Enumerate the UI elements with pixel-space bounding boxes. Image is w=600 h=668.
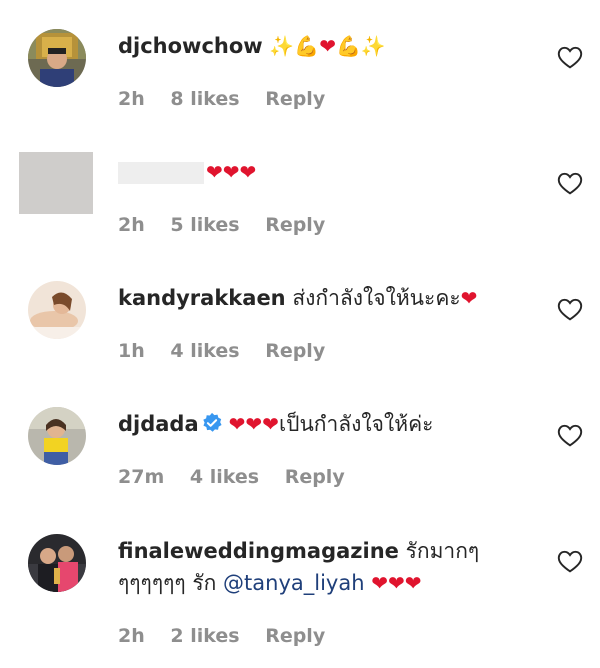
- red-heart-icon: ❤: [245, 412, 263, 436]
- mention-link[interactable]: @tanya_liyah: [223, 571, 364, 595]
- heart-icon[interactable]: [557, 297, 583, 321]
- flexed-biceps-icon: 💪: [294, 34, 320, 58]
- comment-meta: 27m 4 likes Reply: [118, 466, 364, 488]
- avatar[interactable]: [28, 407, 86, 465]
- heart-icon[interactable]: [557, 171, 583, 195]
- comment-likes[interactable]: 5 likes: [170, 214, 239, 236]
- red-heart-icon: ❤: [228, 412, 246, 436]
- red-heart-icon: ❤: [404, 571, 422, 595]
- comment-meta: 2h 5 likes Reply: [118, 214, 344, 236]
- verified-badge-icon: [202, 412, 222, 432]
- comment-likes[interactable]: 4 likes: [190, 466, 259, 488]
- red-heart-icon: ❤: [206, 160, 223, 184]
- heart-icon[interactable]: [557, 549, 583, 573]
- comment-meta: 2h 2 likes Reply: [118, 625, 344, 647]
- comment-username[interactable]: djdada: [118, 412, 199, 436]
- comment-username[interactable]: djchowchow: [118, 34, 263, 58]
- comment-time[interactable]: 2h: [118, 88, 145, 110]
- comment-likes[interactable]: 2 likes: [170, 625, 239, 647]
- comment-likes[interactable]: 8 likes: [170, 88, 239, 110]
- comment-meta: 2h 8 likes Reply: [118, 88, 344, 110]
- red-heart-icon: ❤: [387, 571, 405, 595]
- reply-button[interactable]: Reply: [285, 466, 345, 488]
- comment-time[interactable]: 2h: [118, 214, 145, 236]
- comment-body: ส่งกำลังใจให้นะคะ: [292, 286, 461, 310]
- comment-likes[interactable]: 4 likes: [170, 340, 239, 362]
- avatar[interactable]: [28, 534, 86, 592]
- avatar[interactable]: [28, 281, 86, 339]
- heart-icon[interactable]: [557, 423, 583, 447]
- red-heart-icon: ❤: [262, 412, 279, 436]
- avatar[interactable]: [19, 152, 93, 214]
- flexed-biceps-icon: 💪: [335, 34, 361, 58]
- comment-text: finaleweddingmagazine รักมากๆ ๆๆๆๆๆๆ รัก…: [118, 535, 538, 599]
- comment-time[interactable]: 27m: [118, 466, 164, 488]
- reply-button[interactable]: Reply: [265, 88, 325, 110]
- red-heart-icon: ❤: [319, 34, 336, 58]
- comment-text: ❤❤❤: [118, 156, 538, 188]
- reply-button[interactable]: Reply: [265, 625, 325, 647]
- comment-time[interactable]: 2h: [118, 625, 145, 647]
- avatar[interactable]: [28, 29, 86, 87]
- comment-text: kandyrakkaen ส่งกำลังใจให้นะคะ❤: [118, 282, 538, 314]
- comment-username[interactable]: finaleweddingmagazine: [118, 539, 399, 563]
- red-heart-icon: ❤: [371, 571, 388, 595]
- comment-meta: 1h 4 likes Reply: [118, 340, 344, 362]
- comment-time[interactable]: 1h: [118, 340, 145, 362]
- reply-button[interactable]: Reply: [265, 214, 325, 236]
- heart-icon[interactable]: [557, 45, 583, 69]
- comment-body: เป็นกำลังใจให้ค่ะ: [278, 412, 434, 436]
- red-heart-icon: ❤: [239, 160, 257, 184]
- reply-button[interactable]: Reply: [265, 340, 325, 362]
- comment-username[interactable]: kandyrakkaen: [118, 286, 286, 310]
- redacted-username[interactable]: [118, 162, 204, 184]
- sparkles-icon: ✨: [360, 34, 386, 58]
- red-heart-icon: ❤: [460, 286, 478, 310]
- red-heart-icon: ❤: [222, 160, 240, 184]
- comment-text: djchowchow ✨💪❤💪✨: [118, 30, 538, 62]
- comment-text: djdada ❤❤❤เป็นกำลังใจให้ค่ะ: [118, 408, 538, 440]
- sparkles-icon: ✨: [269, 34, 295, 58]
